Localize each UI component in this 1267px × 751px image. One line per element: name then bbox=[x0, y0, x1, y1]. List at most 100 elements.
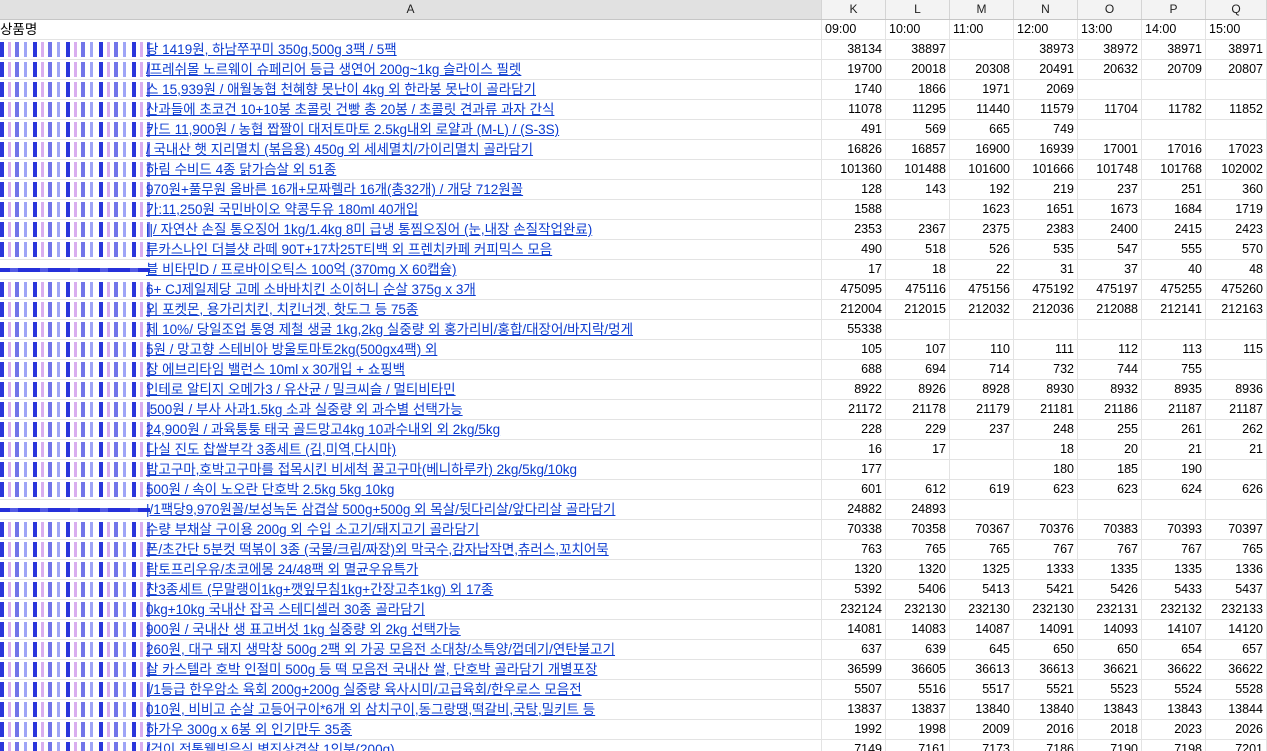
value-cell-n[interactable]: 111 bbox=[1014, 340, 1078, 359]
value-cell-n[interactable]: 5521 bbox=[1014, 680, 1078, 699]
value-cell-p[interactable] bbox=[1142, 80, 1206, 99]
value-cell-o[interactable]: 20 bbox=[1078, 440, 1142, 459]
value-cell-m[interactable]: 21179 bbox=[950, 400, 1014, 419]
value-cell-l[interactable]: 14083 bbox=[886, 620, 950, 639]
value-cell-l[interactable]: 518 bbox=[886, 240, 950, 259]
value-cell-l[interactable]: 38897 bbox=[886, 40, 950, 59]
value-cell-q[interactable]: 8936 bbox=[1206, 380, 1267, 399]
value-cell-k[interactable]: 232124 bbox=[822, 600, 886, 619]
value-cell-l[interactable]: 765 bbox=[886, 540, 950, 559]
value-cell-l[interactable]: 17 bbox=[886, 440, 950, 459]
value-cell-o[interactable]: 185 bbox=[1078, 460, 1142, 479]
value-cell-n[interactable]: 11579 bbox=[1014, 100, 1078, 119]
value-cell-l[interactable]: 1998 bbox=[886, 720, 950, 739]
value-cell-m[interactable] bbox=[950, 460, 1014, 479]
product-name-cell[interactable]: /프레쉬몰 노르웨이 슈페리어 등급 생연어 200g~1kg 슬라이스 필렛 bbox=[0, 60, 822, 79]
value-cell-q[interactable]: 13844 bbox=[1206, 700, 1267, 719]
value-cell-n[interactable]: 749 bbox=[1014, 120, 1078, 139]
time-header-o[interactable]: 13:00 bbox=[1078, 20, 1142, 39]
value-cell-o[interactable]: 2400 bbox=[1078, 220, 1142, 239]
product-link[interactable]: /프레쉬몰 노르웨이 슈페리어 등급 생연어 200g~1kg 슬라이스 필렛 bbox=[146, 60, 521, 79]
value-cell-k[interactable]: 16826 bbox=[822, 140, 886, 159]
product-link[interactable]: 스 15,939원 / 애월농협 천혜향 못난이 4kg 외 한라봉 못난이 골… bbox=[146, 80, 536, 99]
value-cell-p[interactable]: 36622 bbox=[1142, 660, 1206, 679]
value-cell-l[interactable]: 229 bbox=[886, 420, 950, 439]
value-cell-n[interactable]: 1651 bbox=[1014, 200, 1078, 219]
product-name-cell[interactable]: 5원 / 망고향 스테비아 방울토마토2kg(500gx4팩) 외 bbox=[0, 340, 822, 359]
product-link[interactable]: 하가우 300g x 6봉 외 인기만두 35종 bbox=[146, 720, 352, 739]
value-cell-k[interactable]: 19700 bbox=[822, 60, 886, 79]
value-cell-o[interactable]: 547 bbox=[1078, 240, 1142, 259]
value-cell-p[interactable] bbox=[1142, 120, 1206, 139]
product-link[interactable]: 5원 / 망고향 스테비아 방울토마토2kg(500gx4팩) 외 bbox=[146, 340, 437, 359]
value-cell-q[interactable]: 212163 bbox=[1206, 300, 1267, 319]
product-link[interactable]: 24,900원 / 과육퉁퉁 태국 골드망고4kg 10과수내외 외 2kg/5… bbox=[146, 420, 500, 439]
value-cell-m[interactable]: 14087 bbox=[950, 620, 1014, 639]
time-header-k[interactable]: 09:00 bbox=[822, 20, 886, 39]
product-link[interactable]: 폰/초간단 5분컷 떡볶이 3종 (국물/크림/짜장)외 막국수,감자납작면,츄… bbox=[146, 540, 609, 559]
value-cell-q[interactable]: 2026 bbox=[1206, 720, 1267, 739]
value-cell-p[interactable]: 101768 bbox=[1142, 160, 1206, 179]
product-link[interactable]: 루카스나인 더블샷 라떼 90T+17차25T티백 외 프렌치카페 커피믹스 모… bbox=[146, 240, 552, 259]
value-cell-k[interactable]: 475095 bbox=[822, 280, 886, 299]
value-cell-p[interactable]: 767 bbox=[1142, 540, 1206, 559]
value-cell-m[interactable]: 714 bbox=[950, 360, 1014, 379]
value-cell-k[interactable]: 38134 bbox=[822, 40, 886, 59]
value-cell-o[interactable]: 11704 bbox=[1078, 100, 1142, 119]
value-cell-n[interactable]: 8930 bbox=[1014, 380, 1078, 399]
product-link[interactable]: 카드 11,900원 / 농협 짭짤이 대저토마토 2.5kg내외 로얄과 (M… bbox=[146, 120, 559, 139]
value-cell-p[interactable]: 70393 bbox=[1142, 520, 1206, 539]
value-cell-m[interactable]: 645 bbox=[950, 640, 1014, 659]
product-name-cell[interactable]: 살 카스텔라 호박 인절미 500g 등 떡 모음전 국내산 쌀, 단호박 골라… bbox=[0, 660, 822, 679]
product-name-cell[interactable]: 루카스나인 더블샷 라떼 90T+17차25T티백 외 프렌치카페 커피믹스 모… bbox=[0, 240, 822, 259]
value-cell-n[interactable]: 14091 bbox=[1014, 620, 1078, 639]
product-name-cell[interactable]: 500원 / 속이 노오란 단호박 2.5kg 5kg 10kg bbox=[0, 480, 822, 499]
product-link[interactable]: 하림 수비드 4종 닭가슴살 외 51종 bbox=[146, 160, 336, 179]
value-cell-q[interactable] bbox=[1206, 120, 1267, 139]
value-cell-p[interactable] bbox=[1142, 320, 1206, 339]
product-link[interactable]: / 국내산 햇 지리멸치 (볶음용) 450g 외 세세멸치/가이리멸치 골라담… bbox=[146, 140, 533, 159]
value-cell-q[interactable]: 115 bbox=[1206, 340, 1267, 359]
value-cell-q[interactable]: 765 bbox=[1206, 540, 1267, 559]
value-cell-k[interactable]: 13837 bbox=[822, 700, 886, 719]
value-cell-q[interactable] bbox=[1206, 460, 1267, 479]
value-cell-o[interactable]: 36621 bbox=[1078, 660, 1142, 679]
value-cell-k[interactable]: 228 bbox=[822, 420, 886, 439]
value-cell-n[interactable]: 475192 bbox=[1014, 280, 1078, 299]
value-cell-m[interactable]: 2009 bbox=[950, 720, 1014, 739]
value-cell-m[interactable]: 232130 bbox=[950, 600, 1014, 619]
value-cell-k[interactable]: 1320 bbox=[822, 560, 886, 579]
product-name-cell[interactable]: 카드 11,900원 / 농협 짭짤이 대저토마토 2.5kg내외 로얄과 (M… bbox=[0, 120, 822, 139]
value-cell-o[interactable]: 8932 bbox=[1078, 380, 1142, 399]
value-cell-k[interactable]: 1740 bbox=[822, 80, 886, 99]
value-cell-k[interactable]: 17 bbox=[822, 260, 886, 279]
product-name-cell[interactable]: / 국내산 햇 지리멸치 (볶음용) 450g 외 세세멸치/가이리멸치 골라담… bbox=[0, 140, 822, 159]
product-link[interactable]: 가:11,250원 국민바이오 약콩두유 180ml 40개입 bbox=[146, 200, 418, 219]
value-cell-p[interactable]: 2023 bbox=[1142, 720, 1206, 739]
value-cell-m[interactable]: 11440 bbox=[950, 100, 1014, 119]
value-cell-p[interactable]: 8935 bbox=[1142, 380, 1206, 399]
product-name-cell[interactable]: 970원+풀무원 올바른 16개+모짜렐라 16개(총32개) / 개당 712… bbox=[0, 180, 822, 199]
value-cell-k[interactable]: 55338 bbox=[822, 320, 886, 339]
value-cell-p[interactable]: 251 bbox=[1142, 180, 1206, 199]
value-cell-l[interactable] bbox=[886, 200, 950, 219]
value-cell-p[interactable] bbox=[1142, 500, 1206, 519]
value-cell-l[interactable]: 13837 bbox=[886, 700, 950, 719]
value-cell-l[interactable]: 101488 bbox=[886, 160, 950, 179]
value-cell-q[interactable]: 20807 bbox=[1206, 60, 1267, 79]
value-cell-p[interactable]: 1335 bbox=[1142, 560, 1206, 579]
value-cell-l[interactable]: 7161 bbox=[886, 740, 950, 751]
value-cell-m[interactable]: 8928 bbox=[950, 380, 1014, 399]
value-cell-p[interactable]: 38971 bbox=[1142, 40, 1206, 59]
value-cell-n[interactable]: 18 bbox=[1014, 440, 1078, 459]
time-header-l[interactable]: 10:00 bbox=[886, 20, 950, 39]
time-header-m[interactable]: 11:00 bbox=[950, 20, 1014, 39]
value-cell-m[interactable]: 1971 bbox=[950, 80, 1014, 99]
product-link[interactable]: 수량 부채살 구이용 200g 외 수입 소고기/돼지고기 골라담기 bbox=[146, 520, 479, 539]
value-cell-q[interactable]: 570 bbox=[1206, 240, 1267, 259]
value-cell-o[interactable]: 475197 bbox=[1078, 280, 1142, 299]
value-cell-l[interactable]: 11295 bbox=[886, 100, 950, 119]
time-header-p[interactable]: 14:00 bbox=[1142, 20, 1206, 39]
value-cell-l[interactable]: 21178 bbox=[886, 400, 950, 419]
value-cell-k[interactable]: 105 bbox=[822, 340, 886, 359]
